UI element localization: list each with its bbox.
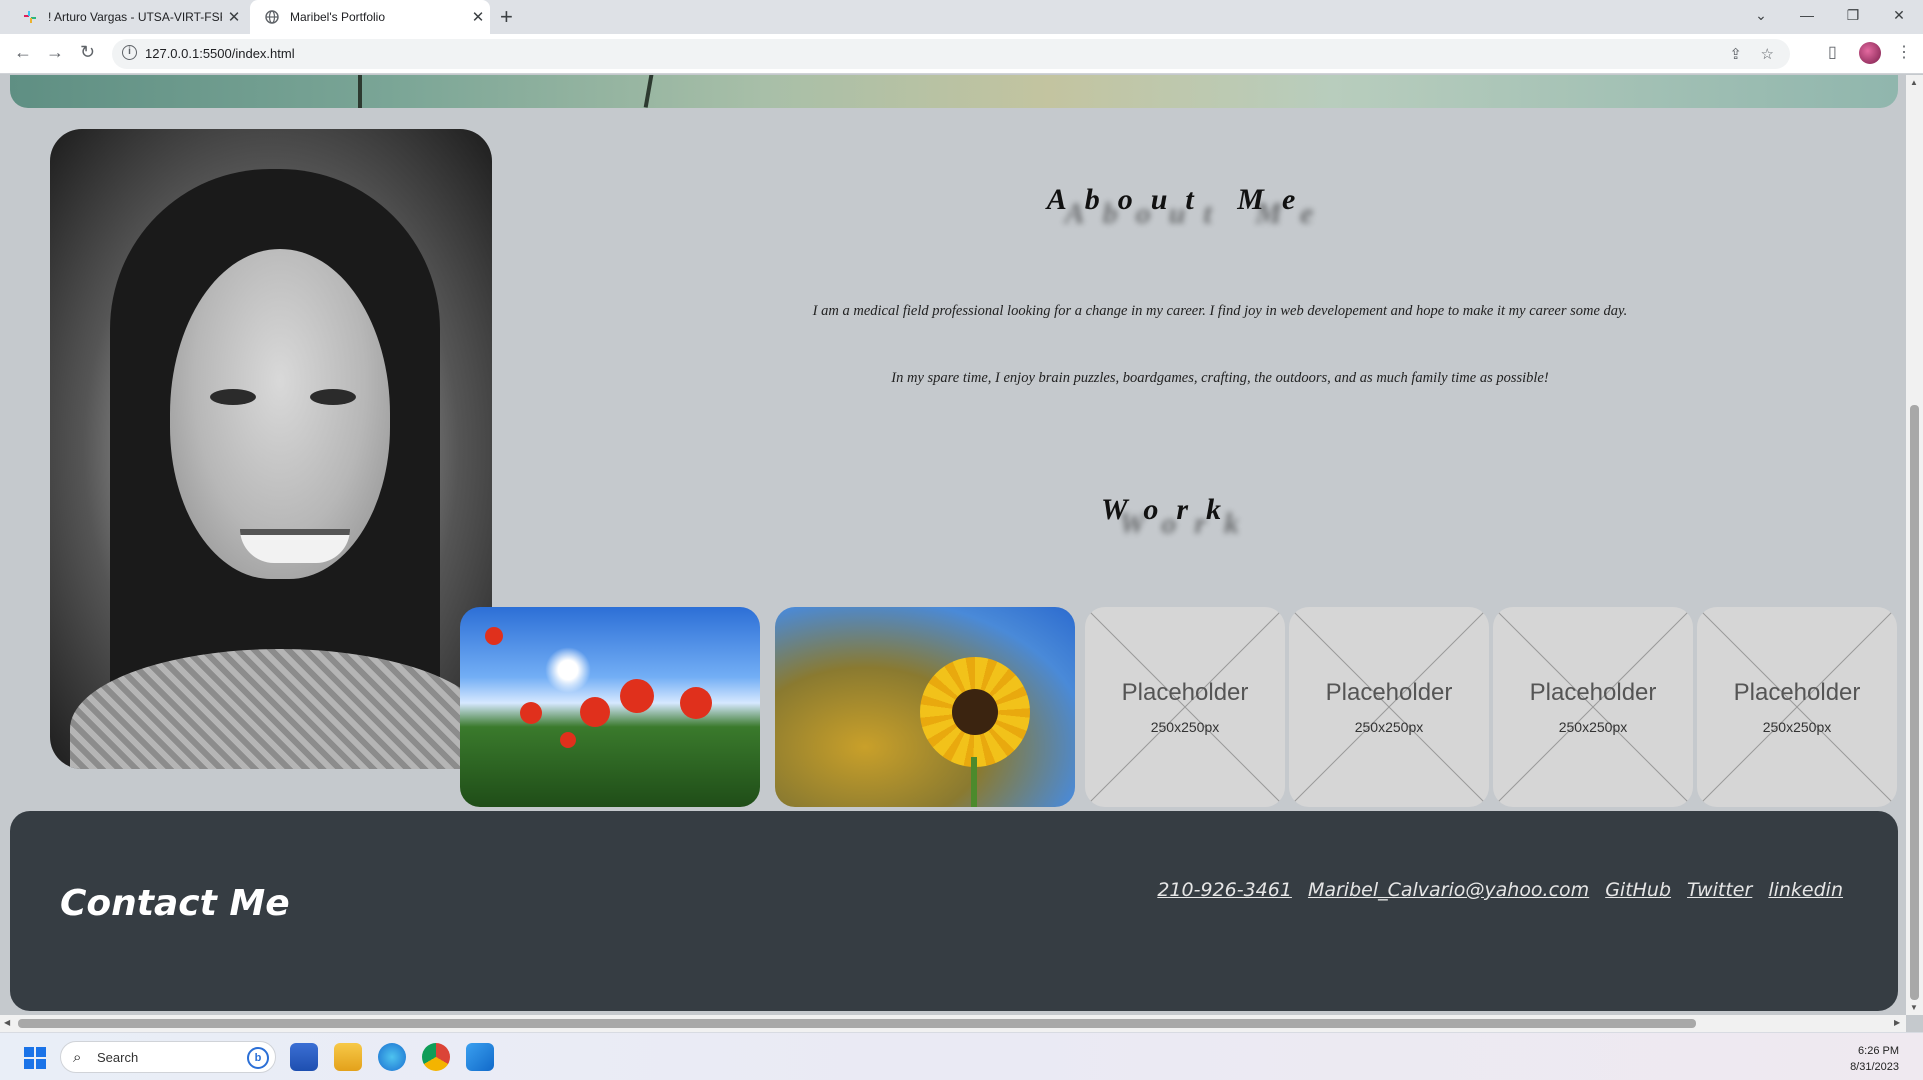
github-link[interactable]: GitHub [1605, 879, 1671, 901]
email-link[interactable]: Maribel_Calvario@yahoo.com [1308, 879, 1589, 901]
minimize-icon[interactable]: — [1784, 0, 1830, 30]
placeholder-size: 250x250px [1354, 719, 1424, 735]
scroll-left-icon[interactable]: ◀ [4, 1018, 10, 1027]
contact-links: 210-926-3461 Maribel_Calvario@yahoo.com … [1157, 879, 1843, 901]
slack-icon [22, 9, 38, 25]
phone-link[interactable]: 210-926-3461 [1157, 879, 1292, 901]
vertical-scroll-thumb[interactable] [1910, 405, 1919, 1000]
clock-date: 8/31/2023 [1850, 1061, 1899, 1073]
globe-icon [264, 9, 280, 25]
scroll-down-icon[interactable]: ▼ [1910, 1003, 1918, 1012]
url-text: 127.0.0.1:5500/index.html [145, 46, 295, 61]
placeholder-size: 250x250px [1762, 719, 1832, 735]
restore-icon[interactable]: ❐ [1830, 0, 1876, 30]
hero-image [10, 75, 1898, 108]
profile-avatar[interactable] [1859, 42, 1881, 64]
profile-photo [50, 129, 492, 769]
windows-start-icon[interactable] [24, 1047, 46, 1069]
tab-title: ! Arturo Vargas - UTSA-VIRT-FSF [48, 10, 222, 24]
notepad-icon[interactable] [290, 1043, 318, 1071]
clock-time: 6:26 PM [1858, 1045, 1899, 1057]
close-tab-icon[interactable]: ✕ [222, 8, 246, 26]
bing-icon[interactable]: b [247, 1047, 269, 1069]
tab-slack[interactable]: ! Arturo Vargas - UTSA-VIRT-FSF ✕ [12, 0, 246, 34]
browser-tab-bar: ! Arturo Vargas - UTSA-VIRT-FSF ✕ Maribe… [0, 0, 1923, 34]
forward-icon[interactable]: → [46, 42, 64, 63]
tab-title: Maribel's Portfolio [290, 10, 385, 24]
about-heading: About Me [1046, 183, 1314, 216]
side-panel-icon[interactable]: ▯ [1828, 42, 1837, 62]
about-paragraph-1: I am a medical field professional lookin… [812, 303, 1628, 319]
bookmark-star-icon[interactable]: ☆ [1761, 45, 1774, 63]
page-viewport: About Me I am a medical field profession… [0, 75, 1905, 1015]
taskbar-search-label: Search [97, 1050, 139, 1065]
share-icon[interactable]: ⇪ [1729, 45, 1742, 63]
work-image-poppies[interactable] [460, 607, 760, 807]
address-bar: ← → ↻ i 127.0.0.1:5500/index.html ⇪ ☆ ▯ … [0, 34, 1923, 74]
placeholder-size: 250x250px [1558, 719, 1628, 735]
horizontal-scroll-thumb[interactable] [18, 1019, 1696, 1028]
reload-icon[interactable]: ↻ [80, 42, 95, 63]
contact-heading: Contact Me [60, 883, 290, 924]
windows-taskbar: ⌕ Search b 6:26 PM 8/31/2023 [0, 1032, 1923, 1080]
work-placeholder-4[interactable]: Placeholder 250x250px [1697, 607, 1897, 807]
taskbar-search-box[interactable]: ⌕ Search b [60, 1041, 276, 1073]
chrome-icon[interactable] [422, 1043, 450, 1071]
placeholder-label: Placeholder [1121, 679, 1249, 706]
work-placeholder-1[interactable]: Placeholder 250x250px [1085, 607, 1285, 807]
about-paragraph-2: In my spare time, I enjoy brain puzzles,… [891, 370, 1549, 386]
placeholder-label: Placeholder [1325, 679, 1453, 706]
linkedin-link[interactable]: linkedin [1768, 879, 1843, 901]
file-explorer-icon[interactable] [334, 1043, 362, 1071]
scroll-up-icon[interactable]: ▲ [1910, 78, 1918, 87]
work-heading: Work [1100, 493, 1240, 526]
vscode-icon[interactable] [466, 1043, 494, 1071]
search-icon: ⌕ [73, 1049, 82, 1066]
contact-footer: Contact Me 210-926-3461 Maribel_Calvario… [10, 811, 1898, 1011]
work-image-sunflower[interactable] [775, 607, 1075, 807]
horizontal-scrollbar[interactable]: ◀ ▶ [0, 1015, 1906, 1032]
site-info-icon[interactable]: i [122, 45, 137, 60]
scroll-right-icon[interactable]: ▶ [1894, 1018, 1900, 1027]
tab-portfolio[interactable]: Maribel's Portfolio ✕ [250, 0, 490, 34]
work-placeholder-3[interactable]: Placeholder 250x250px [1493, 607, 1693, 807]
close-window-icon[interactable]: ✕ [1876, 0, 1922, 30]
placeholder-label: Placeholder [1733, 679, 1861, 706]
back-icon[interactable]: ← [14, 42, 32, 63]
placeholder-label: Placeholder [1529, 679, 1657, 706]
vertical-scrollbar[interactable]: ▲ ▼ [1906, 75, 1923, 1015]
close-tab-icon[interactable]: ✕ [466, 8, 490, 26]
url-input[interactable]: i 127.0.0.1:5500/index.html ⇪ ☆ [112, 39, 1790, 69]
placeholder-size: 250x250px [1150, 719, 1220, 735]
system-clock[interactable]: 6:26 PM 8/31/2023 [1850, 1043, 1899, 1075]
tab-search-icon[interactable]: ⌄ [1738, 0, 1784, 30]
work-placeholder-2[interactable]: Placeholder 250x250px [1289, 607, 1489, 807]
twitter-link[interactable]: Twitter [1687, 879, 1752, 901]
menu-kebab-icon[interactable]: ⋮ [1896, 42, 1912, 62]
edge-icon[interactable] [378, 1043, 406, 1071]
new-tab-button[interactable]: + [500, 4, 513, 30]
